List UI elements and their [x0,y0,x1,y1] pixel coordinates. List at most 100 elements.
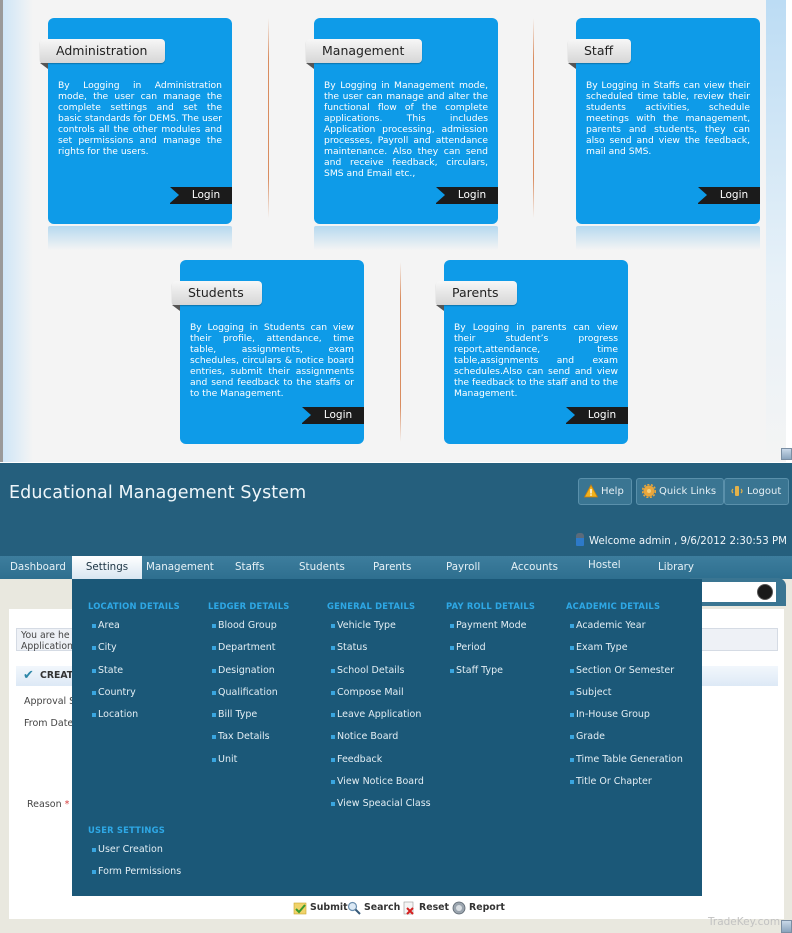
nav-library[interactable]: Library [658,556,694,579]
submit-button[interactable]: Submit [293,899,348,917]
help-button[interactable]: Help [578,478,632,505]
menu-section-heading: LEDGER DETAILS [208,601,290,611]
menu-item-label: Grade [576,731,605,743]
menu-item-grade[interactable]: Grade [566,730,683,752]
menu-item-area[interactable]: Area [88,619,180,641]
management-login-button[interactable]: Login [436,187,498,204]
divider [268,18,269,218]
bullet-icon [331,624,335,628]
menu-item-blood-group[interactable]: Blood Group [208,619,289,641]
bullet-icon [570,668,574,673]
module-title: Parents [436,281,517,311]
login-modules-panel: Administration By Logging in Administrat… [0,0,792,462]
bullet-icon [331,646,335,651]
nav-accounts[interactable]: Accounts [511,556,558,579]
nav-parents[interactable]: Parents [373,556,411,579]
menu-item-label: Exam Type [576,642,628,654]
administration-login-button[interactable]: Login [170,187,232,204]
menu-section-heading: PAY ROLL DETAILS [446,601,536,611]
students-login-button[interactable]: Login [302,407,364,424]
bullet-icon [212,690,216,695]
report-button[interactable]: Report [452,899,505,917]
nav-students[interactable]: Students [299,556,345,579]
menu-section-heading: ACADEMIC DETAILS [566,601,661,611]
reason-text: Reason [27,799,62,810]
menu-item-notice-board[interactable]: Notice Board [327,730,431,752]
bullet-icon [92,646,96,651]
menu-item-city[interactable]: City [88,641,180,663]
menu-item-label: Country [98,686,136,698]
menu-item-exam-type[interactable]: Exam Type [566,641,683,663]
parents-login-button[interactable]: Login [566,407,628,424]
resize-handle[interactable] [781,448,792,460]
logout-button[interactable]: Logout [724,478,790,505]
resize-handle[interactable] [781,920,792,933]
menu-item-view-speacial-class[interactable]: View Speacial Class [327,797,431,819]
module-title: Staff [568,39,632,69]
reset-button[interactable]: Reset [402,899,449,917]
menu-section-user-settings: USER SETTINGS User Creation Form Permissio… [88,823,181,888]
search-icon [347,901,361,915]
menu-item-vehicle-type[interactable]: Vehicle Type [327,619,431,641]
menu-item-state[interactable]: State [88,664,180,686]
menu-item-country[interactable]: Country [88,686,180,708]
menu-item-user-creation[interactable]: User Creation [88,843,181,865]
from-date-label: From Date [24,718,74,729]
bullet-icon [212,646,216,651]
menu-item-qualification[interactable]: Qualification [208,686,289,708]
menu-item-label: Payment Mode [456,620,527,631]
bullet-icon [450,646,454,651]
menu-item-label: Leave Application [337,709,422,721]
menu-item-time-table-generation[interactable]: Time Table Generation [566,753,683,775]
divider [400,262,401,442]
menu-item-bill-type[interactable]: Bill Type [208,708,289,730]
search-action-button[interactable]: Search [347,899,400,917]
menu-item-title-or-chapter[interactable]: Title Or Chapter [566,775,683,797]
menu-item-status[interactable]: Status [327,641,431,663]
menu-item-label: Staff Type [456,664,503,676]
nav-settings[interactable]: Settings [72,556,142,579]
nav-staffs[interactable]: Staffs [235,556,264,579]
menu-item-compose-mail[interactable]: Compose Mail [327,686,431,708]
bullet-icon [92,668,96,673]
search-button-icon[interactable] [757,584,773,600]
module-card-administration: Administration By Logging in Administrat… [40,18,232,250]
menu-item-label: Compose Mail [337,686,404,698]
menu-item-department[interactable]: Department [208,641,289,663]
nav-management[interactable]: Management [146,556,214,579]
menu-item-academic-year[interactable]: Academic Year [566,619,683,641]
report-label: Report [469,902,505,913]
menu-item-leave-application[interactable]: Leave Application [327,708,431,730]
menu-item-period[interactable]: Period [446,641,535,663]
menu-item-label: Feedback [337,753,383,765]
menu-section-pay-roll-details: PAY ROLL DETAILS Payment Mode Period Staff … [446,599,535,686]
nav-hostel[interactable]: Hostel [588,554,621,577]
reason-label: Reason * [27,799,69,810]
menu-item-in-house-group[interactable]: In-House Group [566,708,683,730]
menu-item-school-details[interactable]: School Details [327,664,431,686]
required-marker: * [64,799,70,810]
bullet-icon [212,668,216,673]
menu-item-form-permissions[interactable]: Form Permissions [88,865,181,887]
menu-item-location[interactable]: Location [88,708,180,730]
card-reflection [48,226,232,250]
bullet-icon [570,757,574,762]
nav-dashboard[interactable]: Dashboard [10,556,66,579]
quick-links-button[interactable]: Quick Links [636,478,725,505]
menu-item-view-notice-board[interactable]: View Notice Board [327,775,431,797]
menu-item-unit[interactable]: Unit [208,753,289,775]
menu-item-tax-details[interactable]: Tax Details [208,730,289,752]
staff-login-button[interactable]: Login [698,187,760,204]
menu-section-ledger-details: LEDGER DETAILS Blood Group Department Desig… [208,599,289,775]
menu-item-label: Period [456,642,486,654]
nav-payroll[interactable]: Payroll [446,556,480,579]
menu-item-subject[interactable]: Subject [566,686,683,708]
menu-item-label: Tax Details [218,731,270,743]
menu-item-label: Unit [218,753,238,765]
menu-item-feedback[interactable]: Feedback [327,753,431,775]
menu-item-section-or-semester[interactable]: Section Or Semester [566,664,683,686]
menu-item-staff-type[interactable]: Staff Type [446,664,535,686]
menu-item-designation[interactable]: Designation [208,664,289,686]
menu-item-payment-mode[interactable]: Payment Mode [446,619,535,641]
menu-item-label: Department [218,642,276,654]
